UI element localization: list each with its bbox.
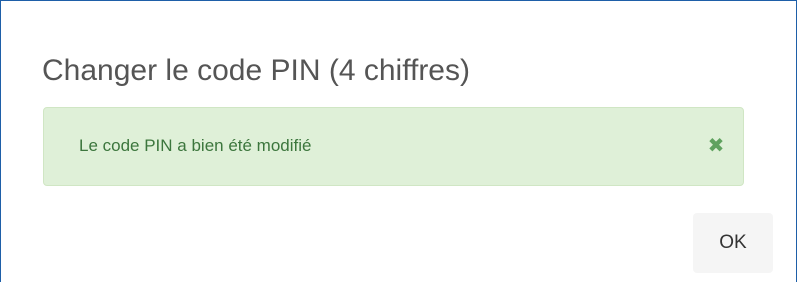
success-alert: Le code PIN a bien été modifié ✖: [43, 107, 744, 186]
close-icon[interactable]: ✖: [705, 131, 727, 159]
ok-button[interactable]: OK: [693, 213, 773, 273]
pin-change-dialog: Changer le code PIN (4 chiffres) Le code…: [0, 0, 797, 282]
dialog-title: Changer le code PIN (4 chiffres): [42, 54, 470, 87]
alert-message: Le code PIN a bien été modifié: [79, 136, 312, 155]
